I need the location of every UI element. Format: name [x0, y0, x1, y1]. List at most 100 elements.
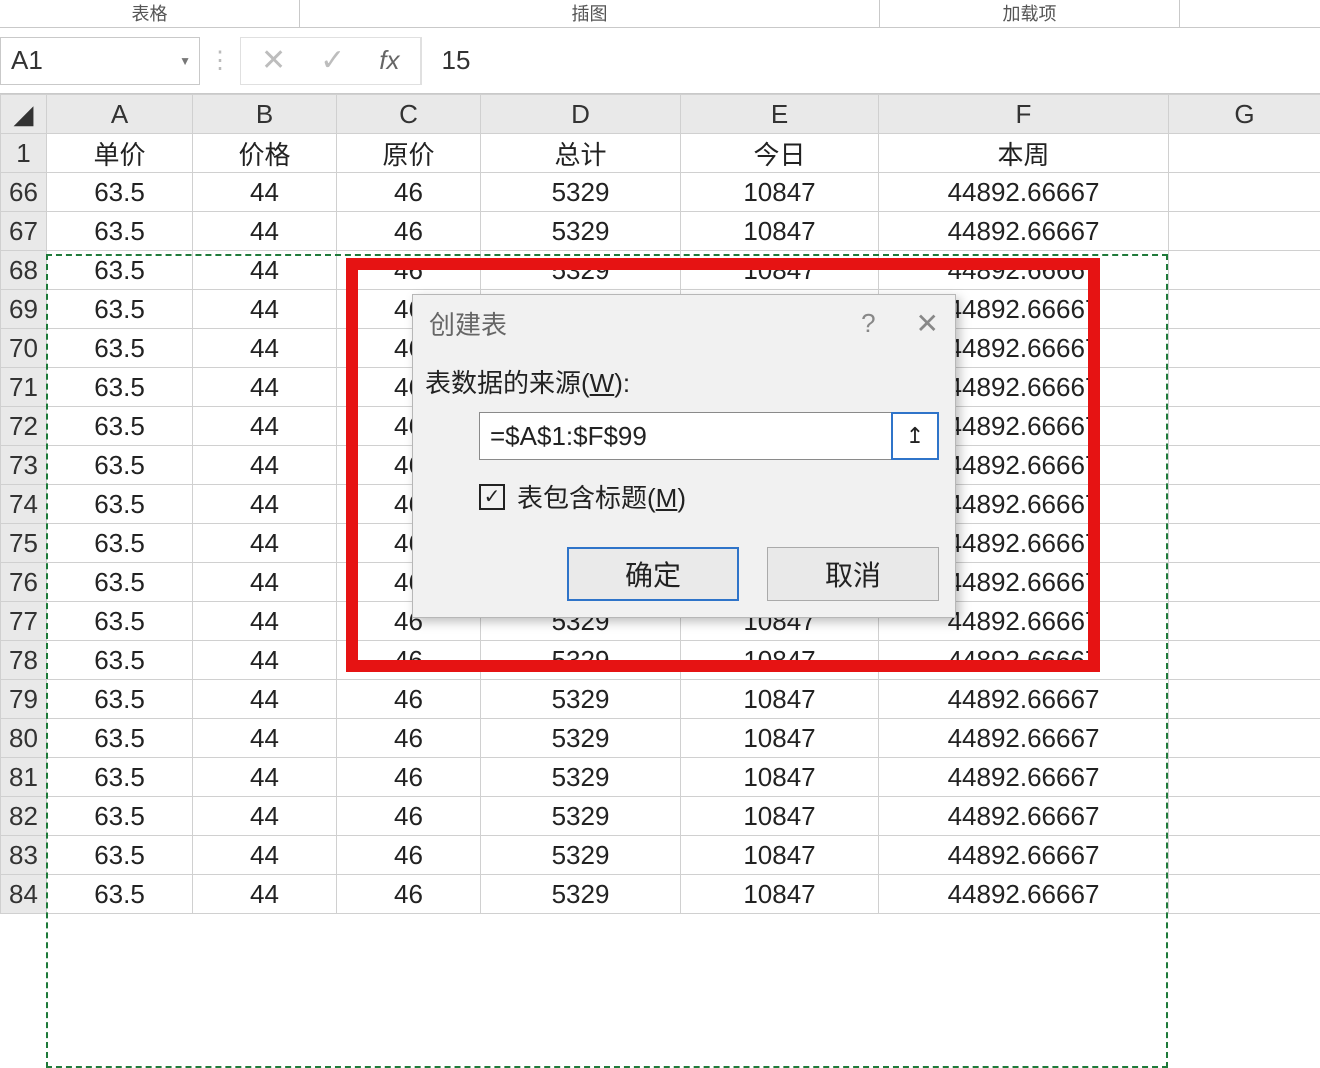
- cell[interactable]: 5329: [481, 173, 681, 212]
- cell[interactable]: 10847: [681, 251, 879, 290]
- fx-label[interactable]: fx: [379, 45, 399, 76]
- cell[interactable]: 46: [337, 797, 481, 836]
- cell[interactable]: [1169, 329, 1320, 368]
- row-header[interactable]: 81: [1, 758, 47, 797]
- row-header[interactable]: 1: [1, 134, 47, 173]
- cell[interactable]: 46: [337, 251, 481, 290]
- cell[interactable]: 44: [193, 485, 337, 524]
- cell[interactable]: 63.5: [47, 836, 193, 875]
- cell[interactable]: 63.5: [47, 485, 193, 524]
- row-header[interactable]: 74: [1, 485, 47, 524]
- cell[interactable]: 44892.66667: [879, 680, 1169, 719]
- cell[interactable]: 63.5: [47, 758, 193, 797]
- row-header[interactable]: 75: [1, 524, 47, 563]
- cell[interactable]: 63.5: [47, 719, 193, 758]
- cell[interactable]: 44: [193, 758, 337, 797]
- cell[interactable]: [1169, 641, 1320, 680]
- cell[interactable]: 44: [193, 290, 337, 329]
- cell[interactable]: 10847: [681, 836, 879, 875]
- row-header[interactable]: 73: [1, 446, 47, 485]
- cell[interactable]: [1169, 446, 1320, 485]
- cell[interactable]: 46: [337, 641, 481, 680]
- row-header[interactable]: 68: [1, 251, 47, 290]
- cell[interactable]: [1169, 758, 1320, 797]
- cell[interactable]: 46: [337, 719, 481, 758]
- cell[interactable]: 44892.66667: [879, 212, 1169, 251]
- cell[interactable]: 总计: [481, 134, 681, 173]
- col-header-A[interactable]: A: [47, 95, 193, 134]
- row-header[interactable]: 83: [1, 836, 47, 875]
- row-header[interactable]: 69: [1, 290, 47, 329]
- cell[interactable]: 44: [193, 329, 337, 368]
- cell[interactable]: 10847: [681, 875, 879, 914]
- cell[interactable]: 本周: [879, 134, 1169, 173]
- cell[interactable]: 44892.66667: [879, 758, 1169, 797]
- cell[interactable]: [1169, 836, 1320, 875]
- cell[interactable]: 63.5: [47, 641, 193, 680]
- row-header[interactable]: 79: [1, 680, 47, 719]
- ok-button[interactable]: 确定: [567, 547, 739, 601]
- row-header[interactable]: 71: [1, 368, 47, 407]
- cell[interactable]: 44: [193, 251, 337, 290]
- cell[interactable]: 44892.66667: [879, 875, 1169, 914]
- cell[interactable]: [1169, 290, 1320, 329]
- cell[interactable]: 5329: [481, 680, 681, 719]
- dialog-help-icon[interactable]: ?: [861, 308, 875, 339]
- cell[interactable]: 63.5: [47, 524, 193, 563]
- cell[interactable]: 5329: [481, 758, 681, 797]
- cell[interactable]: 44: [193, 680, 337, 719]
- cell[interactable]: 44892.66667: [879, 173, 1169, 212]
- ribbon-group-addins[interactable]: 加载项: [880, 0, 1180, 27]
- chevron-down-icon[interactable]: ▼: [179, 54, 191, 68]
- cell[interactable]: [1169, 875, 1320, 914]
- cell[interactable]: 63.5: [47, 251, 193, 290]
- collapse-dialog-icon[interactable]: ↥: [891, 412, 939, 460]
- cell[interactable]: 46: [337, 836, 481, 875]
- cell[interactable]: 5329: [481, 797, 681, 836]
- name-box[interactable]: A1 ▼: [0, 37, 200, 85]
- row-header[interactable]: 80: [1, 719, 47, 758]
- cell[interactable]: 63.5: [47, 290, 193, 329]
- cell[interactable]: 价格: [193, 134, 337, 173]
- cell[interactable]: 44: [193, 212, 337, 251]
- cell[interactable]: [1169, 134, 1320, 173]
- has-headers-checkbox[interactable]: ✓: [479, 484, 505, 510]
- cell[interactable]: 46: [337, 173, 481, 212]
- cell[interactable]: [1169, 173, 1320, 212]
- col-header-E[interactable]: E: [681, 95, 879, 134]
- row-header[interactable]: 66: [1, 173, 47, 212]
- cell[interactable]: 46: [337, 680, 481, 719]
- row-header[interactable]: 77: [1, 602, 47, 641]
- cell[interactable]: 10847: [681, 680, 879, 719]
- row-header[interactable]: 76: [1, 563, 47, 602]
- cell[interactable]: 63.5: [47, 173, 193, 212]
- cell[interactable]: 44: [193, 797, 337, 836]
- cell[interactable]: 44: [193, 407, 337, 446]
- cell[interactable]: [1169, 563, 1320, 602]
- select-all-corner[interactable]: ◢: [1, 95, 47, 134]
- accept-formula-icon[interactable]: ✓: [320, 43, 345, 78]
- cell[interactable]: 44892.66667: [879, 836, 1169, 875]
- cell[interactable]: [1169, 368, 1320, 407]
- cell[interactable]: [1169, 485, 1320, 524]
- cell[interactable]: 63.5: [47, 329, 193, 368]
- cell[interactable]: 44892.66667: [879, 797, 1169, 836]
- cell[interactable]: 5329: [481, 836, 681, 875]
- cell[interactable]: 5329: [481, 875, 681, 914]
- cell[interactable]: 44: [193, 719, 337, 758]
- col-header-D[interactable]: D: [481, 95, 681, 134]
- row-header[interactable]: 82: [1, 797, 47, 836]
- cell[interactable]: 5329: [481, 251, 681, 290]
- cell[interactable]: 10847: [681, 719, 879, 758]
- cell[interactable]: 10847: [681, 797, 879, 836]
- row-header[interactable]: 70: [1, 329, 47, 368]
- cell[interactable]: 44892.66667: [879, 251, 1169, 290]
- cancel-formula-icon[interactable]: ✕: [261, 43, 286, 78]
- cell[interactable]: 63.5: [47, 563, 193, 602]
- cell[interactable]: 5329: [481, 641, 681, 680]
- cell[interactable]: 单价: [47, 134, 193, 173]
- cell[interactable]: 10847: [681, 212, 879, 251]
- cell[interactable]: 44: [193, 446, 337, 485]
- formula-input[interactable]: 15: [421, 37, 1320, 85]
- cell[interactable]: 63.5: [47, 680, 193, 719]
